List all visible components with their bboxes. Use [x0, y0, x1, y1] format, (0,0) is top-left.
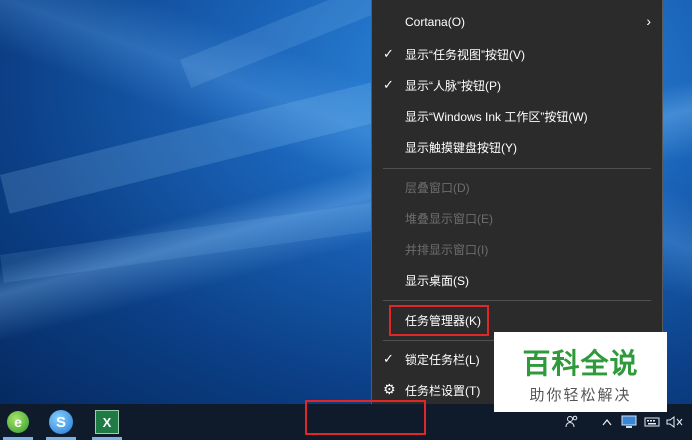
- menu-item-cascade-windows[interactable]: 层叠窗口(D): [372, 172, 662, 203]
- menu-item-stack-windows[interactable]: 堆叠显示窗口(E): [372, 203, 662, 234]
- sogou-browser-icon: S: [49, 410, 73, 434]
- menu-separator: [383, 168, 651, 169]
- keyboard-icon[interactable]: [643, 410, 661, 434]
- ie-icon: e: [7, 411, 29, 433]
- watermark-title: 百科全说: [522, 348, 639, 379]
- chevron-up-icon[interactable]: [600, 410, 614, 434]
- highlight-box: [305, 400, 426, 435]
- menu-item-label: 显示触摸键盘按钮(Y): [405, 141, 517, 155]
- menu-item-label: 显示“任务视图”按钮(V): [405, 48, 525, 62]
- menu-item-show-people[interactable]: ✓ 显示“人脉”按钮(P): [372, 70, 662, 101]
- menu-item-label: 堆叠显示窗口(E): [405, 212, 493, 226]
- watermark-logo: 百科全说 助你轻松解决: [494, 332, 667, 412]
- check-icon: ✓: [383, 77, 394, 92]
- menu-item-label: 显示“Windows Ink 工作区”按钮(W): [405, 110, 588, 124]
- gear-icon: ⚙: [383, 381, 396, 397]
- check-icon: ✓: [383, 351, 394, 366]
- menu-separator: [383, 300, 651, 301]
- people-icon[interactable]: [563, 410, 581, 434]
- menu-item-show-task-view[interactable]: ✓ 显示“任务视图”按钮(V): [372, 39, 662, 70]
- highlight-box: [389, 305, 489, 336]
- menu-item-label: 锁定任务栏(L): [405, 353, 480, 367]
- watermark-subtitle: 助你轻松解决: [529, 387, 632, 404]
- taskbar-app-excel[interactable]: X: [92, 407, 122, 437]
- excel-icon: X: [95, 410, 119, 434]
- network-icon[interactable]: [620, 410, 638, 434]
- volume-muted-icon[interactable]: [665, 410, 685, 434]
- menu-item-label: 显示“人脉”按钮(P): [405, 79, 501, 93]
- menu-item-label: 层叠窗口(D): [405, 181, 470, 195]
- menu-item-label: 并排显示窗口(I): [405, 243, 489, 257]
- check-icon: ✓: [383, 46, 394, 61]
- menu-item-label: 任务栏设置(T): [405, 384, 481, 398]
- menu-item-show-touch-keyboard[interactable]: 显示触摸键盘按钮(Y): [372, 132, 662, 163]
- menu-item-cortana[interactable]: Cortana(O) ›: [372, 8, 662, 39]
- menu-item-show-desktop[interactable]: 显示桌面(S): [372, 265, 662, 296]
- menu-item-show-windows-ink[interactable]: 显示“Windows Ink 工作区”按钮(W): [372, 101, 662, 132]
- menu-item-label: 显示桌面(S): [405, 274, 469, 288]
- taskbar-app-ie[interactable]: e: [3, 407, 33, 437]
- taskbar-app-sogou[interactable]: S: [46, 407, 76, 437]
- menu-item-side-by-side[interactable]: 并排显示窗口(I): [372, 234, 662, 265]
- chevron-right-icon: ›: [646, 13, 651, 29]
- menu-item-label: Cortana(O): [405, 15, 466, 29]
